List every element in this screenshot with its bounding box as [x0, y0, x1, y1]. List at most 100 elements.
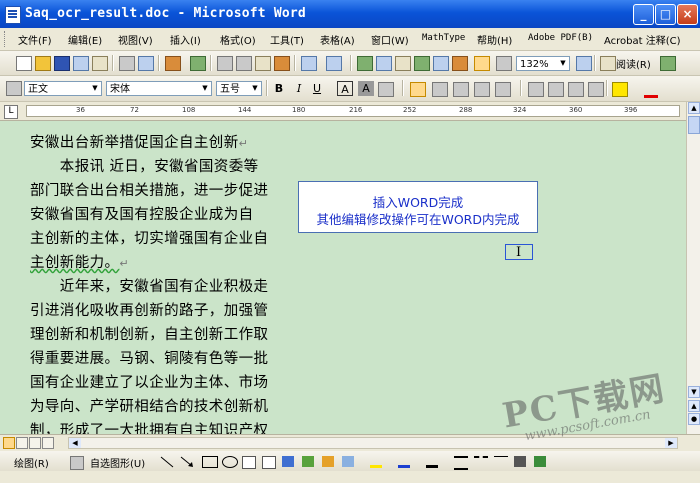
horizontal-ruler[interactable]: L 36 72 108 144 180 216 252 288 324 360 …: [0, 102, 700, 121]
textbox-tool-icon[interactable]: [242, 456, 256, 469]
menu-window[interactable]: 窗口(W): [371, 32, 409, 47]
align-right-icon[interactable]: [453, 82, 469, 97]
read-mode-button[interactable]: 阅读(R): [616, 56, 651, 71]
line-tool-icon[interactable]: [160, 456, 174, 468]
cut-icon[interactable]: [217, 56, 233, 71]
spelling-icon[interactable]: [165, 56, 181, 71]
scroll-up-icon[interactable]: ▲: [688, 102, 700, 114]
help-icon[interactable]: [576, 56, 592, 71]
font-color-draw-icon[interactable]: [426, 456, 438, 468]
oval-tool-icon[interactable]: [222, 456, 238, 468]
save-icon[interactable]: [54, 56, 70, 71]
style-value: 正文: [28, 84, 48, 95]
menu-help[interactable]: 帮助(H): [477, 32, 512, 47]
diagram-icon[interactable]: [302, 456, 314, 467]
char-scaling-icon[interactable]: [378, 82, 394, 97]
align-center-icon[interactable]: [432, 82, 448, 97]
menu-tools[interactable]: 工具(T): [270, 32, 304, 47]
align-justify-icon[interactable]: [410, 82, 426, 97]
outline-view-button[interactable]: [42, 437, 54, 449]
scroll-left-icon[interactable]: ◀: [69, 438, 81, 448]
styles-pane-icon[interactable]: [6, 81, 22, 96]
normal-view-button[interactable]: [3, 437, 15, 449]
numbering-icon[interactable]: [528, 82, 544, 97]
print-view-button[interactable]: [29, 437, 41, 449]
arrow-tool-icon[interactable]: [180, 456, 194, 468]
bold-button[interactable]: B: [271, 81, 287, 96]
menu-file[interactable]: 文件(F): [18, 32, 52, 47]
clipart-icon[interactable]: [322, 456, 334, 467]
redo-icon[interactable]: [326, 56, 342, 71]
char-shading-button[interactable]: A: [358, 81, 374, 96]
line-spacing-icon[interactable]: [495, 82, 511, 97]
chevron-down-icon[interactable]: ▼: [90, 83, 100, 94]
permission-icon[interactable]: [73, 56, 89, 71]
dash-style-icon[interactable]: [474, 456, 488, 468]
columns-icon[interactable]: [433, 56, 449, 71]
highlight-icon[interactable]: [612, 82, 628, 97]
zoom-combo[interactable]: 132% ▼: [516, 56, 570, 71]
undo-icon[interactable]: [301, 56, 317, 71]
word-document-icon[interactable]: [5, 6, 21, 24]
scroll-thumb[interactable]: [688, 116, 700, 134]
select-objects-icon[interactable]: [70, 456, 84, 470]
style-combo[interactable]: 正文 ▼: [24, 81, 102, 96]
chevron-down-icon[interactable]: ▼: [558, 58, 568, 69]
menu-format[interactable]: 格式(O): [220, 32, 256, 47]
menu-edit[interactable]: 编辑(E): [68, 32, 102, 47]
web-view-button[interactable]: [16, 437, 28, 449]
chevron-down-icon[interactable]: ▼: [250, 83, 260, 94]
copy-icon[interactable]: [236, 56, 252, 71]
chevron-down-icon[interactable]: ▼: [200, 83, 210, 94]
research-icon[interactable]: [190, 56, 206, 71]
insert-excel-icon[interactable]: [414, 56, 430, 71]
italic-button[interactable]: I: [291, 81, 307, 96]
minimize-button[interactable]: _: [633, 4, 654, 25]
menu-acrobat-comments[interactable]: Acrobat 注释(C): [604, 32, 681, 47]
char-border-button[interactable]: A: [337, 81, 353, 96]
read-mode-icon[interactable]: [600, 56, 616, 71]
arrow-style-icon[interactable]: [494, 456, 508, 467]
email-icon[interactable]: [92, 56, 108, 71]
new-document-icon[interactable]: [16, 56, 32, 71]
document-map-icon[interactable]: [474, 56, 490, 71]
open-folder-icon[interactable]: [35, 56, 51, 71]
print-icon[interactable]: [119, 56, 135, 71]
paste-icon[interactable]: [255, 56, 271, 71]
fill-color-icon[interactable]: [370, 456, 382, 468]
hyperlink-icon[interactable]: [357, 56, 373, 71]
picture-icon[interactable]: [342, 456, 354, 467]
menu-adobe-pdf[interactable]: Adobe PDF(B): [528, 33, 593, 43]
wordart-icon[interactable]: [282, 456, 294, 467]
menu-grip[interactable]: [4, 31, 8, 47]
font-size-combo[interactable]: 五号 ▼: [216, 81, 262, 96]
vertical-textbox-icon[interactable]: [262, 456, 276, 469]
bullets-icon[interactable]: [548, 82, 564, 97]
increase-indent-icon[interactable]: [588, 82, 604, 97]
font-color-icon[interactable]: [644, 82, 658, 98]
distributed-icon[interactable]: [474, 82, 490, 97]
drawing-icon[interactable]: [452, 56, 468, 71]
format-painter-icon[interactable]: [274, 56, 290, 71]
line-color-icon[interactable]: [398, 456, 410, 468]
rectangle-tool-icon[interactable]: [202, 456, 218, 468]
close-button[interactable]: ×: [677, 4, 698, 25]
decrease-indent-icon[interactable]: [568, 82, 584, 97]
show-hide-marks-icon[interactable]: [496, 56, 512, 71]
menu-table[interactable]: 表格(A): [320, 32, 355, 47]
menu-mathtype[interactable]: MathType: [422, 33, 465, 43]
document-text[interactable]: 安徽出台新举措促国企自主创新↵ 本报讯 近日，安徽省国资委等 部门联合出台相关措…: [30, 131, 290, 434]
print-preview-icon[interactable]: [138, 56, 154, 71]
tab-selector[interactable]: L: [4, 105, 18, 119]
menu-insert[interactable]: 插入(I): [170, 32, 201, 47]
tables-borders-icon[interactable]: [376, 56, 392, 71]
insert-table-icon[interactable]: [395, 56, 411, 71]
line-style-icon[interactable]: [454, 456, 468, 470]
menu-view[interactable]: 视图(V): [118, 32, 153, 47]
autoshapes-menu-button[interactable]: 自选图形(U): [90, 455, 145, 470]
font-combo[interactable]: 宋体 ▼: [106, 81, 212, 96]
maximize-button[interactable]: □: [655, 4, 676, 25]
underline-button[interactable]: U: [309, 81, 325, 96]
draw-menu-button[interactable]: 绘图(R): [14, 455, 49, 470]
acrobat-icon[interactable]: [660, 56, 676, 71]
